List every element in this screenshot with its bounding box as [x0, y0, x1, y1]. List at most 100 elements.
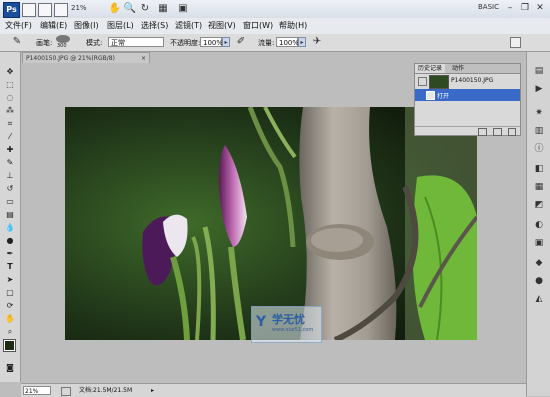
opacity-slider-icon[interactable]: ▸	[222, 37, 230, 47]
path-selection-tool-icon[interactable]: ➤	[3, 274, 17, 285]
history-panel-tabs: 历史记录 动作	[415, 64, 520, 74]
snapshot-source-icon[interactable]	[418, 77, 427, 86]
document-tab[interactable]: P1400150.JPG @ 21%(RGB/8) ×	[22, 52, 150, 63]
marquee-tool-icon[interactable]: ⬚	[3, 79, 17, 90]
brush-preview-icon[interactable]	[56, 35, 70, 43]
arrange-documents-icon[interactable]: ▦	[156, 2, 170, 16]
eraser-tool-icon[interactable]: ▭	[3, 196, 17, 207]
workspace-switcher[interactable]: BASIC	[478, 3, 499, 11]
snapshot-name: P1400150.JPG	[451, 77, 494, 84]
opacity-input[interactable]: 100%	[200, 37, 223, 47]
brush-tool-icon[interactable]: ✎	[3, 157, 17, 168]
bridge-icon[interactable]	[22, 3, 36, 17]
adjustments-dock-icon[interactable]: ◐	[533, 220, 545, 231]
gradient-tool-icon[interactable]: ▤	[3, 209, 17, 220]
menu-filter[interactable]: 滤镜(T)	[175, 20, 202, 32]
new-snapshot-icon[interactable]	[493, 128, 502, 136]
zoom-combo[interactable]: 21%	[71, 2, 105, 15]
history-step-icon	[426, 91, 435, 100]
hand-tool-panel-icon[interactable]: ✋	[3, 313, 17, 324]
foreground-color-swatch[interactable]	[3, 339, 16, 352]
mini-bridge-icon[interactable]	[38, 3, 52, 17]
3d-rotate-tool-icon[interactable]: ⟳	[3, 300, 17, 311]
navigator-dock-icon[interactable]: ✷	[533, 108, 545, 119]
right-panel-dock: ▤ ▶ ✷ ▥ ⓘ ◧ ▦ ◩ ◐ ▣ ◆ ● ◭	[526, 52, 550, 396]
status-menu-arrow-icon[interactable]: ▸	[151, 387, 154, 394]
brush-size: 300	[57, 43, 67, 49]
flow-slider-icon[interactable]: ▸	[298, 37, 306, 47]
brush-label: 画笔:	[36, 39, 53, 47]
eyedropper-tool-icon[interactable]: ⁄	[3, 131, 17, 142]
dodge-tool-icon[interactable]: ●	[3, 235, 17, 246]
status-bar: 21% 文档:21.5M/21.5M ▸	[21, 383, 526, 397]
paths-dock-icon[interactable]: ◭	[533, 294, 545, 305]
mode-label: 模式:	[86, 39, 103, 47]
watermark-logo: Y 学无忧 www.xue51.com	[251, 306, 322, 343]
opacity-label: 不透明度:	[170, 39, 201, 47]
pen-tool-icon[interactable]: ✒	[3, 248, 17, 259]
actions-dock-icon[interactable]: ▶	[533, 84, 545, 95]
screen-mode-icon[interactable]: ▣	[176, 2, 190, 16]
tools-panel: ✥ ⬚ ◌ ⁂ ⌗ ⁄ ✚ ✎ ⊥ ↺ ▭ ▤ 💧 ● ✒ T ➤ ▢ ⟳ ✋ …	[0, 52, 21, 382]
tab-history[interactable]: 历史记录	[415, 64, 446, 73]
zoom-level-input[interactable]: 21%	[23, 386, 51, 395]
zoom-tool-icon[interactable]: 🔍	[123, 2, 137, 16]
flow-label: 流量:	[258, 39, 275, 47]
watermark-url: www.xue51.com	[272, 327, 314, 333]
snapshot-thumbnail	[429, 75, 449, 89]
flow-input[interactable]: 100%	[276, 37, 299, 47]
history-snapshot-row[interactable]: P1400150.JPG	[415, 74, 520, 89]
color-dock-icon[interactable]: ◧	[533, 164, 545, 175]
restore-icon[interactable]: ❐	[519, 2, 531, 14]
menu-layer[interactable]: 图层(L)	[107, 20, 134, 32]
rotate-view-icon[interactable]: ↻	[138, 2, 152, 16]
type-tool-icon[interactable]: T	[3, 261, 17, 272]
status-info-icon[interactable]	[61, 387, 71, 396]
document-tab-title: P1400150.JPG @ 21%(RGB/8)	[26, 55, 115, 62]
crop-tool-icon[interactable]: ⌗	[3, 118, 17, 129]
watermark-text: 学无忧	[272, 313, 305, 326]
layers-dock-icon[interactable]: ◆	[533, 258, 545, 269]
healing-brush-tool-icon[interactable]: ✚	[3, 144, 17, 155]
history-panel: 历史记录 动作 P1400150.JPG 打开	[414, 63, 521, 136]
clone-stamp-tool-icon[interactable]: ⊥	[3, 170, 17, 181]
minimize-icon[interactable]: –	[504, 2, 516, 14]
delete-state-icon[interactable]	[508, 128, 516, 136]
document-size-info: 文档:21.5M/21.5M	[79, 387, 133, 394]
view-extras-icon[interactable]	[54, 3, 68, 17]
menu-edit[interactable]: 编辑(E)	[40, 20, 67, 32]
history-dock-icon[interactable]: ▤	[533, 66, 545, 77]
shape-tool-icon[interactable]: ▢	[3, 287, 17, 298]
quick-mask-icon[interactable]: ◙	[3, 362, 17, 373]
lasso-tool-icon[interactable]: ◌	[3, 92, 17, 103]
styles-dock-icon[interactable]: ◩	[533, 200, 545, 211]
menu-image[interactable]: 图像(I)	[74, 20, 99, 32]
info-dock-icon[interactable]: ⓘ	[533, 144, 545, 155]
menu-file[interactable]: 文件(F)	[5, 20, 32, 32]
airbrush-icon[interactable]: ✈	[310, 35, 324, 49]
tab-actions[interactable]: 动作	[449, 64, 467, 73]
menu-select[interactable]: 选择(S)	[141, 20, 168, 32]
new-document-from-state-icon[interactable]	[478, 128, 487, 136]
menu-window[interactable]: 窗口(W)	[243, 20, 273, 32]
quick-select-tool-icon[interactable]: ⁂	[3, 105, 17, 116]
watermark-icon: Y	[256, 314, 267, 330]
histogram-dock-icon[interactable]: ▥	[533, 126, 545, 137]
panel-toggle-icon[interactable]	[510, 37, 521, 48]
brush-tool-preset-icon[interactable]: ✎	[10, 35, 24, 49]
hand-tool-icon[interactable]: ✋	[108, 2, 122, 16]
history-brush-tool-icon[interactable]: ↺	[3, 183, 17, 194]
close-icon[interactable]: ✕	[534, 2, 546, 14]
zoom-tool-panel-icon[interactable]: ⌕	[3, 326, 17, 337]
history-step-name: 打开	[437, 93, 450, 100]
masks-dock-icon[interactable]: ▣	[533, 238, 545, 249]
menu-help[interactable]: 帮助(H)	[279, 20, 307, 32]
channels-dock-icon[interactable]: ●	[533, 276, 545, 287]
pen-pressure-opacity-icon[interactable]: ✐	[234, 35, 248, 49]
swatches-dock-icon[interactable]: ▦	[533, 182, 545, 193]
history-step-row[interactable]: 打开	[415, 89, 520, 101]
menu-view[interactable]: 视图(V)	[208, 20, 236, 32]
mode-select[interactable]: 正常	[108, 37, 164, 47]
blur-tool-icon[interactable]: 💧	[3, 222, 17, 233]
move-tool-icon[interactable]: ✥	[3, 66, 17, 77]
